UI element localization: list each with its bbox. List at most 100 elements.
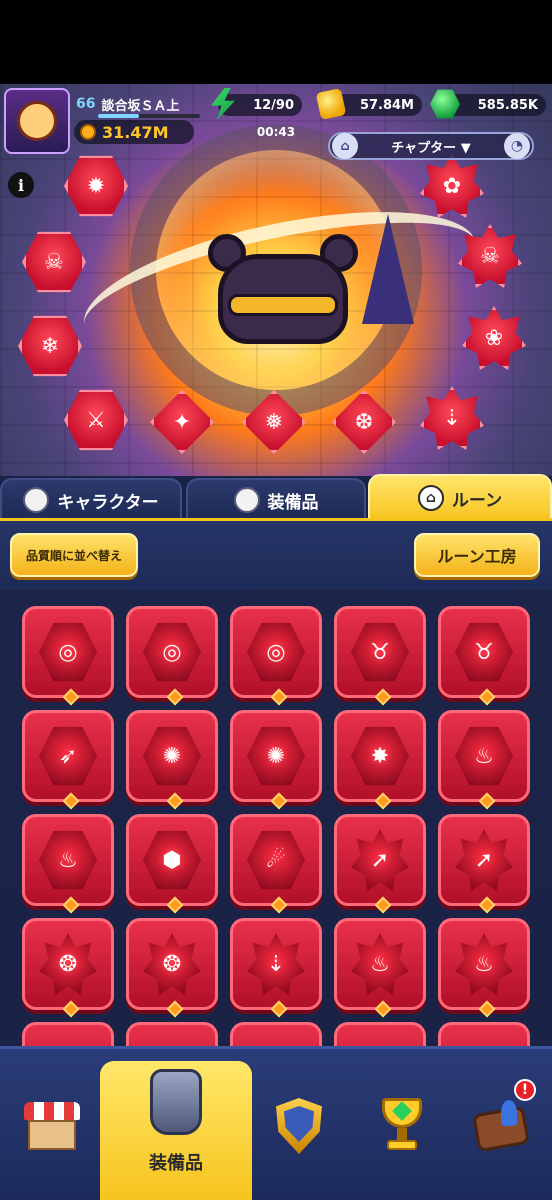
sort-by-quality-button[interactable]: 品質順に並べ替え	[10, 533, 138, 577]
trophy-icon	[377, 1098, 427, 1154]
rune-card[interactable]: ✺	[230, 710, 322, 810]
app-root: ✹ ☠ ❄ ⚔ ✦ ❅ ❆ ⇣ ❀ ☠ ✿ 66 談合坂ＳＡ上 31.47M 1…	[0, 0, 552, 1200]
chapter-selector[interactable]: ⌂ チャプター ▼ ◔	[328, 132, 534, 160]
tab-character-label: キャラクター	[57, 492, 159, 513]
fire-rune-icon: ♨	[370, 951, 390, 977]
tornado-rune-icon: ◎	[266, 639, 286, 665]
drill-weapon	[362, 214, 414, 324]
power-display: 31.47M	[74, 120, 194, 144]
equipped-rune-slot[interactable]: ✿	[420, 154, 484, 218]
armor-tab-icon	[233, 487, 260, 513]
tab-rune-label: ルーン	[451, 490, 503, 511]
burst-rune-icon: ✦	[172, 409, 192, 435]
equipped-rune-slot[interactable]: ❅	[242, 390, 306, 454]
nav-events[interactable]: !	[466, 1049, 536, 1200]
equipped-rune-slot[interactable]: ⚔	[64, 388, 128, 452]
player-level: 66	[76, 96, 96, 112]
compass-icon[interactable]: ◔	[504, 133, 530, 159]
equipped-rune-slot[interactable]: ⇣	[420, 386, 484, 450]
rune-card[interactable]: ♨	[334, 918, 426, 1018]
equipped-rune-slot[interactable]: ✹	[64, 154, 128, 218]
rune-toolbar: 品質順に並べ替え ルーン工房	[0, 518, 552, 590]
rune-card[interactable]: ◎	[230, 606, 322, 706]
player-name: 談合坂ＳＡ上	[101, 98, 180, 114]
orb-rune-icon: ✺	[266, 743, 286, 769]
tornado-rune-icon: ◎	[58, 639, 78, 665]
rune-card[interactable]: ❂	[126, 918, 218, 1018]
rune-grid: ◎ ◎ ◎ ♉ ♉ ➶ ✺ ✺ ✸ ♨ ♨ ⬢ ☄ ➚ ➚ ❂ ❂ ⇣ ♨ ♨	[0, 590, 552, 1052]
coin-value: 57.84M	[359, 97, 414, 113]
tornado-rune-icon: ◎	[162, 639, 182, 665]
drop-rune-icon: ⇣	[442, 405, 462, 431]
rune-card[interactable]: ⬢	[126, 814, 218, 914]
gem-counter[interactable]: 585.85K	[430, 89, 546, 119]
rune-tab-icon: ⌂	[417, 485, 444, 511]
rune-card[interactable]: ❂	[22, 918, 114, 1018]
nav-guild[interactable]	[264, 1049, 334, 1200]
energy-value: 12/90	[253, 97, 294, 113]
rune-card[interactable]: ➚	[438, 814, 530, 914]
xp-bar	[98, 114, 200, 118]
equipped-rune-slot[interactable]: ✦	[150, 390, 214, 454]
info-icon[interactable]: i	[8, 172, 34, 198]
boss-character	[208, 234, 358, 354]
rune-card[interactable]: ♨	[22, 814, 114, 914]
rune-workshop-button[interactable]: ルーン工房	[414, 533, 540, 577]
rune-card[interactable]: ➚	[334, 814, 426, 914]
nav-equipment[interactable]: 装備品	[100, 1061, 252, 1200]
snow-rune-icon: ❅	[264, 409, 284, 435]
tab-equipment-label: 装備品	[267, 492, 319, 513]
rune-card[interactable]: ◎	[22, 606, 114, 706]
shield-icon	[276, 1098, 322, 1154]
dragon-rune-icon: ♉	[474, 639, 494, 665]
event-icon	[471, 1100, 531, 1153]
gem-value: 585.85K	[477, 97, 538, 113]
rune-card[interactable]: ♨	[438, 710, 530, 810]
rune-card[interactable]: ♨	[438, 918, 530, 1018]
equipped-rune-slot[interactable]: ☠	[22, 230, 86, 294]
rune-card[interactable]: ✺	[126, 710, 218, 810]
power-icon	[80, 124, 96, 140]
fire-rune-icon: ♨	[474, 951, 494, 977]
arrow-rune-icon: ➚	[474, 847, 494, 873]
comet-rune-icon: ☄	[266, 847, 286, 873]
rune-card[interactable]: ♉	[438, 606, 530, 706]
skull-rune-icon: ☠	[44, 249, 64, 275]
coin-counter[interactable]: 57.84M	[315, 88, 422, 120]
armor-icon	[144, 1061, 208, 1141]
ring-rune-icon: ❂	[162, 951, 182, 977]
swords-rune-icon: ⚔	[86, 407, 106, 433]
frost-rune-icon: ❄	[40, 333, 60, 359]
tab-character[interactable]: キャラクター	[0, 478, 182, 520]
equipped-rune-slot[interactable]: ☠	[458, 224, 522, 288]
rune-card[interactable]: ◎	[126, 606, 218, 706]
nav-shop[interactable]	[14, 1049, 90, 1200]
dragon-rune-icon: ♉	[370, 639, 390, 665]
tab-rune[interactable]: ⌂ ルーン	[368, 474, 552, 520]
skull-rune-icon: ☠	[480, 243, 500, 269]
equipped-rune-slot[interactable]: ❄	[18, 314, 82, 378]
chapter-label: チャプター ▼	[391, 140, 471, 156]
energy-counter[interactable]: 12/90	[211, 88, 302, 120]
fire-rune-icon: ♨	[474, 743, 494, 769]
flame-rune-icon: ♨	[58, 847, 78, 873]
rune-card[interactable]: ➶	[22, 710, 114, 810]
tab-equipment[interactable]: 装備品	[186, 478, 366, 520]
equipped-rune-slot[interactable]: ❆	[332, 390, 396, 454]
rune-card[interactable]: ⇣	[230, 918, 322, 1018]
rune-card[interactable]: ☄	[230, 814, 322, 914]
rune-card[interactable]: ♉	[334, 606, 426, 706]
notification-badge: !	[514, 1079, 536, 1101]
burst-rune-icon: ✸	[370, 743, 390, 769]
coin-icon	[315, 88, 347, 120]
equipped-rune-slot[interactable]: ❀	[462, 306, 526, 370]
nav-trophy[interactable]	[372, 1049, 432, 1200]
nav-equipment-label: 装備品	[149, 1153, 203, 1174]
inventory-tabs: キャラクター 装備品 ⌂ ルーン	[0, 474, 552, 520]
bottom-navigation: 装備品 !	[0, 1046, 552, 1200]
player-info: 66 談合坂ＳＡ上	[76, 94, 180, 114]
flame-rune-icon: ✹	[86, 173, 106, 199]
player-avatar[interactable]	[4, 88, 70, 154]
rune-card[interactable]: ✸	[334, 710, 426, 810]
arrow-rune-icon: ➚	[370, 847, 390, 873]
